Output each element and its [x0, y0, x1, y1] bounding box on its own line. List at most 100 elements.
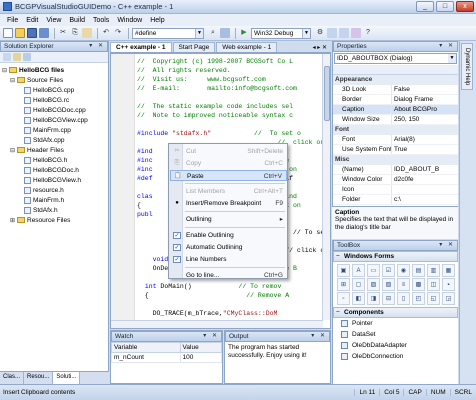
property-value[interactable]: c:\: [391, 195, 458, 204]
control-icon[interactable]: ▣: [337, 264, 350, 277]
menu-item-list-members[interactable]: List Members Ctrl+Alt+T: [170, 186, 287, 197]
minimize-button[interactable]: _: [416, 1, 434, 12]
tab-resource-view[interactable]: Resou...: [24, 372, 54, 384]
control-icon[interactable]: ◨: [367, 292, 380, 305]
component-item[interactable]: OleDbDataAdapter: [333, 340, 458, 351]
control-icon[interactable]: ▨: [367, 278, 380, 291]
control-icon[interactable]: ◱: [427, 292, 440, 305]
find-in-files-icon[interactable]: [220, 28, 230, 38]
property-row[interactable]: Folder c:\: [333, 195, 458, 205]
property-value[interactable]: About BCGPro: [391, 105, 458, 114]
tree-file[interactable]: HelloBCGDoc.cpp: [2, 105, 108, 115]
collapse-icon[interactable]: ⊟: [10, 77, 17, 84]
property-row[interactable]: Use System Font True: [333, 145, 458, 155]
tree-file[interactable]: StdAfx.cpp: [2, 135, 108, 145]
tree-file[interactable]: HelloBCG.h: [2, 155, 108, 165]
control-icon[interactable]: ▧: [382, 278, 395, 291]
menu-item-go-to-line[interactable]: Go to line... Ctrl+G: [170, 270, 287, 281]
property-value[interactable]: [391, 185, 458, 194]
property-value[interactable]: Dialog Frame: [391, 95, 458, 104]
control-icon[interactable]: ▯: [397, 292, 410, 305]
control-icon[interactable]: ▭: [367, 264, 380, 277]
property-row[interactable]: Window Color d2c0fe: [333, 175, 458, 185]
menu-help[interactable]: Help: [146, 17, 168, 24]
config-combo[interactable]: Win32 Debug ▼: [251, 27, 311, 39]
tab-cpp-example[interactable]: C++ example - 1: [110, 42, 172, 52]
properties-icon[interactable]: [327, 28, 337, 38]
panel-buttons[interactable]: ▾ ✕: [203, 332, 219, 341]
find-icon[interactable]: ⌕: [208, 28, 218, 38]
code-line[interactable]: { // Remove A: [137, 290, 289, 301]
tab-class-view[interactable]: Clas...: [0, 372, 25, 384]
run-icon[interactable]: ▶: [239, 28, 249, 38]
control-icon[interactable]: ▩: [412, 278, 425, 291]
copy-icon[interactable]: ⎘: [70, 28, 80, 38]
menu-file[interactable]: File: [3, 17, 22, 24]
tree-folder[interactable]: ⊞ Resource Files: [2, 215, 108, 225]
component-item[interactable]: DataSet: [333, 329, 458, 340]
menu-item-automatic-outlining[interactable]: ✓ Automatic Outlining: [170, 242, 287, 253]
toolbox-category-forms[interactable]: Windows Forms: [333, 251, 458, 262]
show-all-icon[interactable]: [13, 53, 21, 61]
close-button[interactable]: x: [456, 1, 474, 12]
property-category[interactable]: Font: [333, 125, 458, 135]
save-all-icon[interactable]: [39, 28, 49, 38]
menu-item-line-numbers[interactable]: ✓ Line Numbers: [170, 254, 287, 265]
panel-buttons[interactable]: ▾ ✕: [89, 42, 105, 51]
toolbox-category-components[interactable]: Components: [333, 307, 458, 318]
define-combo[interactable]: #define ▼: [132, 27, 204, 39]
property-row[interactable]: (Name) IDD_ABOUT_B: [333, 165, 458, 175]
save-icon[interactable]: [27, 28, 37, 38]
code-line[interactable]: // E-mail: mailto:info@bcgsoft.com: [137, 83, 297, 94]
editor-gutter[interactable]: [111, 54, 135, 320]
control-icon[interactable]: ▤: [412, 264, 425, 277]
open-folder-icon[interactable]: [15, 28, 25, 38]
maximize-button[interactable]: □: [436, 1, 454, 12]
menu-build[interactable]: Build: [65, 17, 89, 24]
menu-view[interactable]: View: [42, 17, 65, 24]
menu-item-cut[interactable]: ✂ Cut Shift+Delete: [170, 146, 287, 157]
control-icon[interactable]: ◉: [397, 264, 410, 277]
tree-file[interactable]: HelloBCG.cpp: [2, 85, 108, 95]
collapse-icon[interactable]: ⊟: [2, 67, 9, 74]
property-category[interactable]: Misc: [333, 155, 458, 165]
control-icon[interactable]: ◫: [427, 278, 440, 291]
property-category[interactable]: Appearance: [333, 75, 458, 85]
menu-tools[interactable]: Tools: [89, 17, 113, 24]
property-value[interactable]: False: [391, 85, 458, 94]
tree-file[interactable]: HelloBCGDoc.h: [2, 165, 108, 175]
control-icon[interactable]: ▫: [337, 292, 350, 305]
class-view-icon[interactable]: [351, 28, 361, 38]
cut-icon[interactable]: ✂: [58, 28, 68, 38]
panel-buttons[interactable]: ▾ ✕: [311, 332, 327, 341]
property-row[interactable]: Icon: [333, 185, 458, 195]
tab-solution-explorer[interactable]: Soluti...: [53, 372, 81, 384]
menu-window[interactable]: Window: [113, 17, 146, 24]
paste-icon[interactable]: [82, 28, 92, 38]
tree-file[interactable]: HelloBCGView.h: [2, 175, 108, 185]
property-row[interactable]: Font Arial(8): [333, 135, 458, 145]
control-icon[interactable]: ◰: [412, 292, 425, 305]
collapse-icon[interactable]: ⊟: [10, 147, 17, 154]
control-icon[interactable]: ▥: [427, 264, 440, 277]
menu-item-paste[interactable]: 📋 Paste Ctrl+V: [170, 170, 287, 181]
menu-item-insert-remove-breakpoint[interactable]: ● Insert/Remove Breakpoint F9: [170, 198, 287, 209]
refresh-icon[interactable]: [23, 53, 31, 61]
property-row[interactable]: Caption About BCGPro: [333, 105, 458, 115]
property-value[interactable]: True: [391, 145, 458, 154]
control-icon[interactable]: A: [352, 264, 365, 277]
control-icon[interactable]: ⊞: [337, 278, 350, 291]
tree-file[interactable]: MainFrm.h: [2, 195, 108, 205]
tree-file[interactable]: StdAfx.h: [2, 205, 108, 215]
property-value[interactable]: Arial(8): [391, 135, 458, 144]
tree-root[interactable]: ⊟ HelloBCG files: [2, 65, 108, 75]
code-line[interactable]: DO_TRACE(m_bTrace,"CMyClass::DoM: [137, 308, 278, 319]
property-row[interactable]: Border Dialog Frame: [333, 95, 458, 105]
control-icon[interactable]: ▪: [442, 278, 455, 291]
code-line[interactable]: // Note to improved noticeable syntax c: [137, 110, 293, 121]
new-file-icon[interactable]: [3, 28, 13, 38]
menu-item-copy[interactable]: ⎘ Copy Ctrl+C: [170, 158, 287, 169]
tab-nav-buttons[interactable]: ◂ ▸ ✕: [310, 43, 330, 52]
vertical-scrollbar[interactable]: [322, 54, 330, 320]
panel-buttons[interactable]: ▾ ✕: [439, 42, 455, 51]
